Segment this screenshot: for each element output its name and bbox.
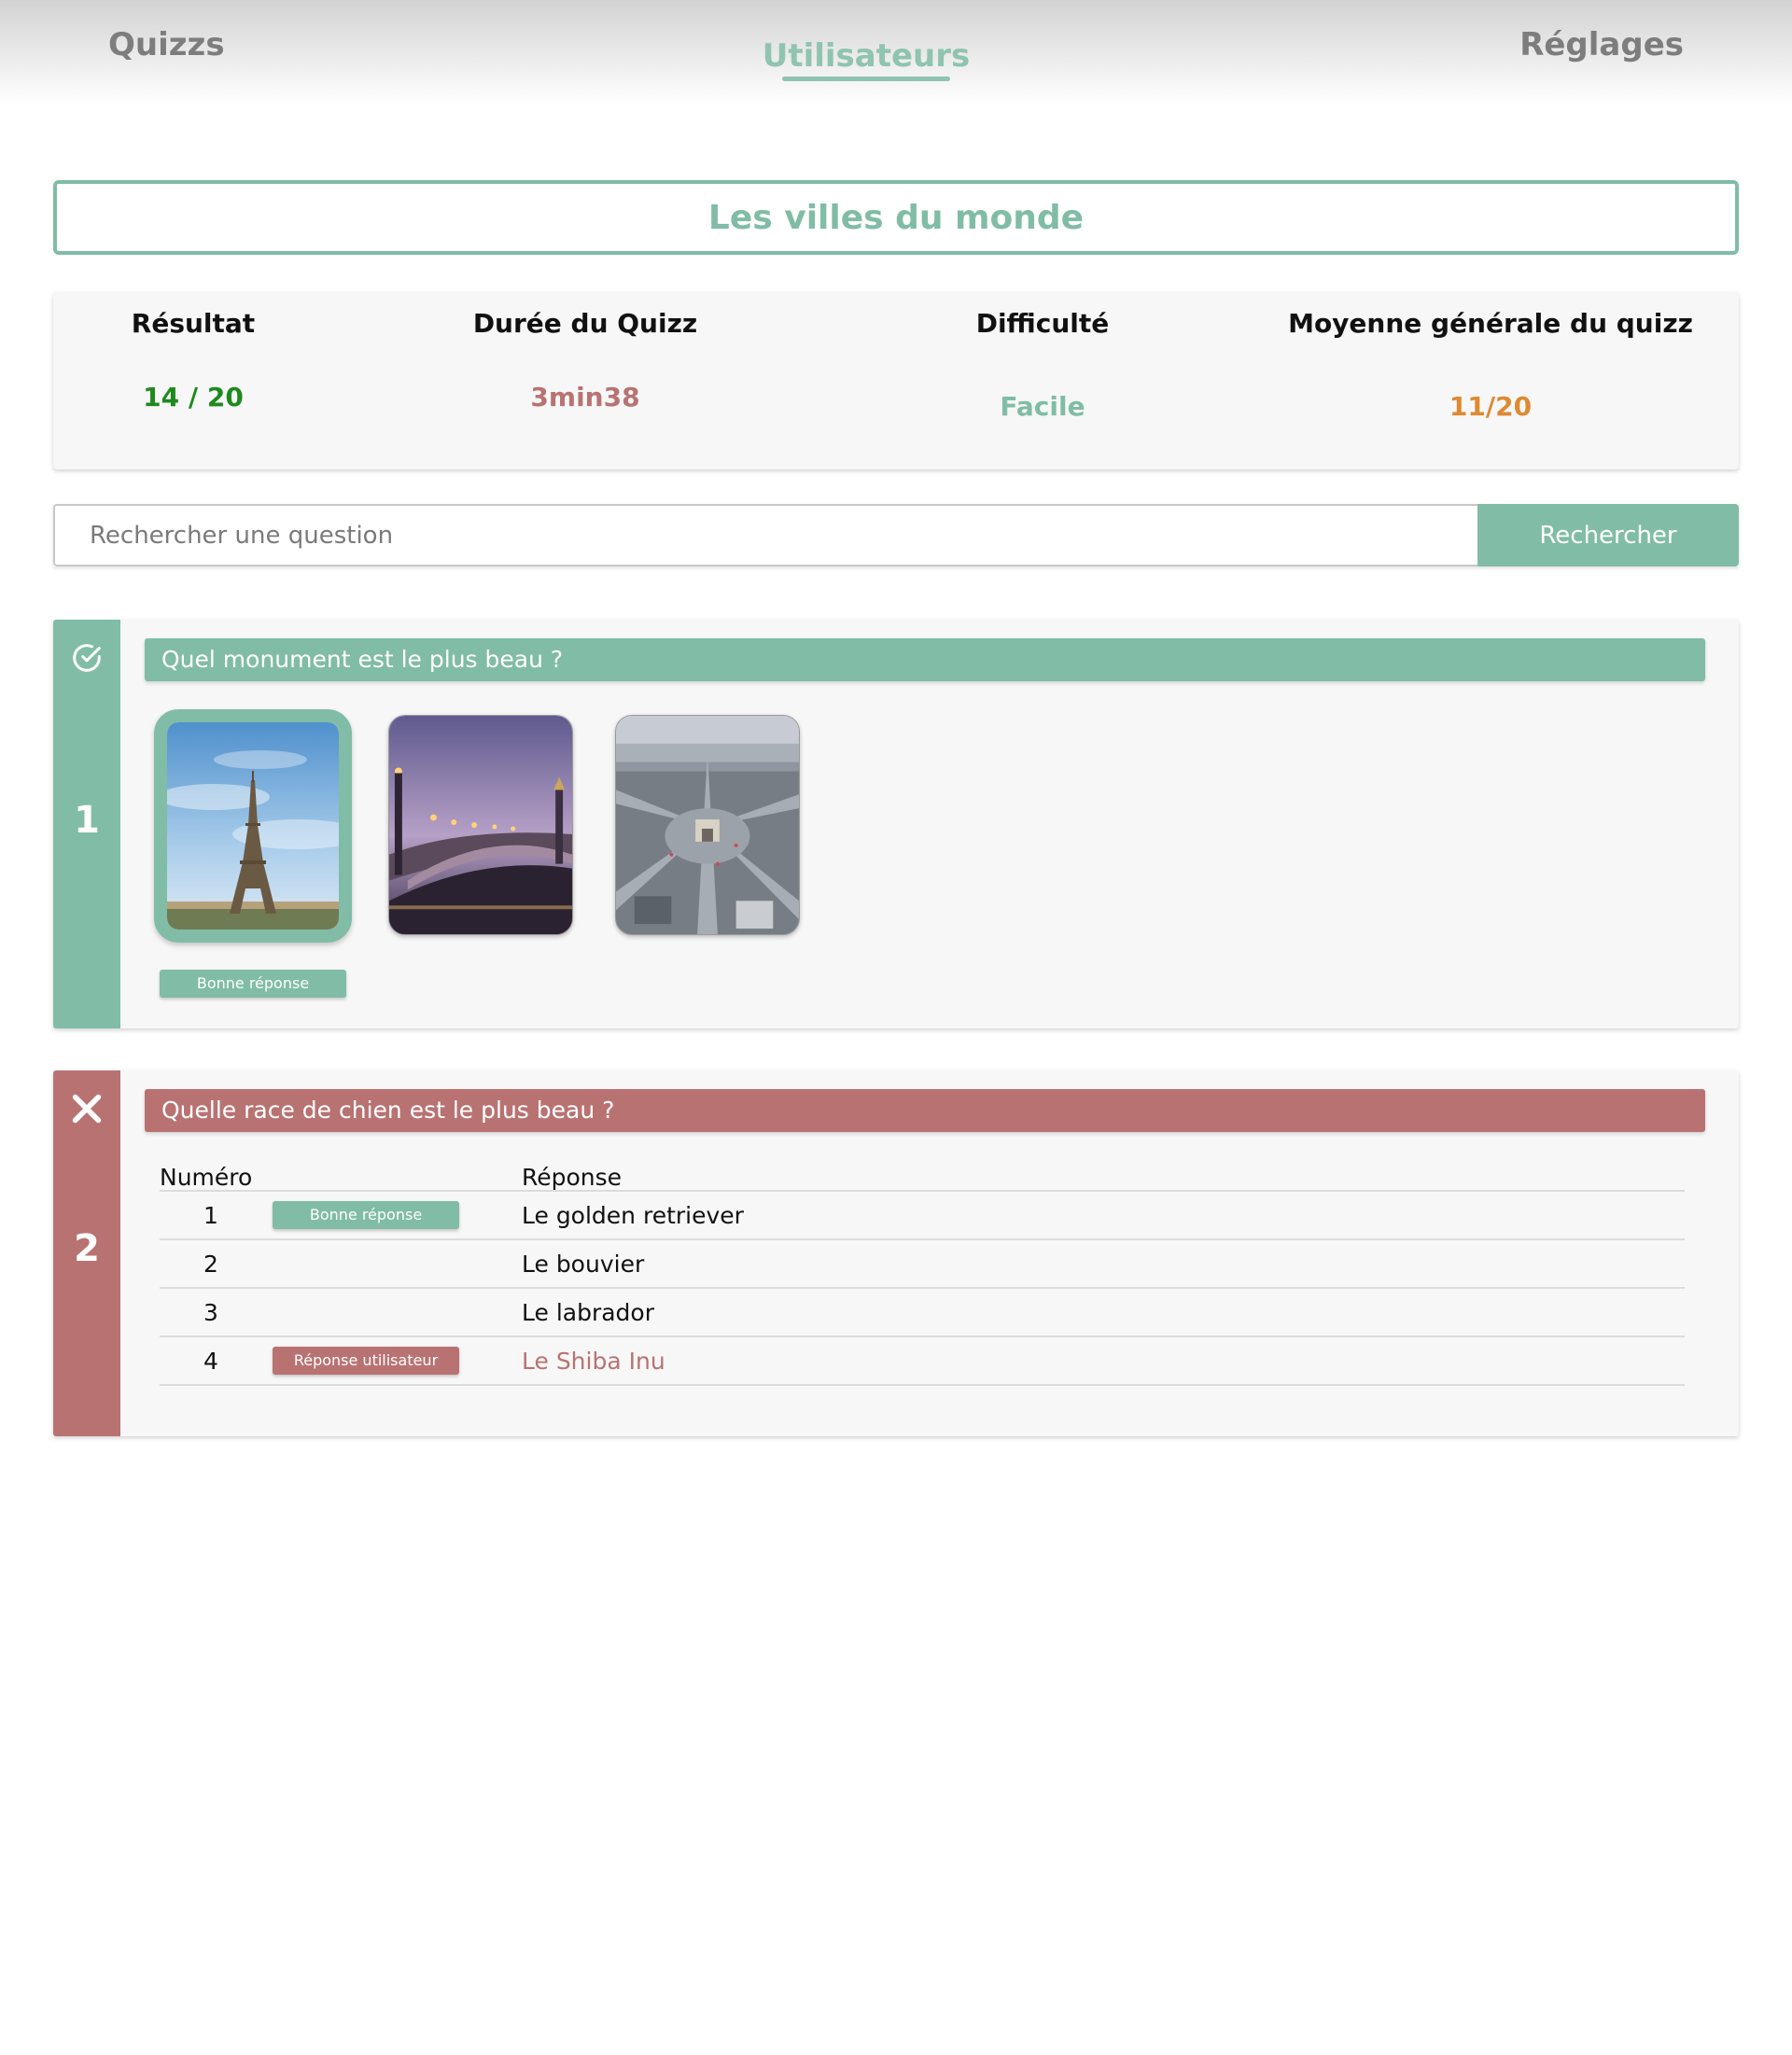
stat-average-value: 11/20: [1449, 391, 1533, 422]
table-row: 4 Réponse utilisateur Le Shiba Inu: [160, 1337, 1685, 1386]
quiz-stats-card: Résultat 14 / 20 Durée du Quizz 3min38 D…: [53, 292, 1739, 469]
answer-number: 1: [203, 1202, 218, 1229]
answers-table: Numéro Réponse 1 Bonne réponse Le golden…: [160, 1164, 1685, 1386]
column-header-response: Réponse: [522, 1164, 623, 1191]
stat-duration-label: Durée du Quizz: [472, 308, 698, 339]
table-row: 1 Bonne réponse Le golden retriever: [160, 1192, 1685, 1240]
active-tab-underline: [782, 77, 950, 81]
check-circle-icon: [73, 644, 101, 672]
correct-answer-badge: Bonne réponse: [273, 1201, 459, 1229]
answer-number: 4: [203, 1348, 218, 1375]
stat-duration: Durée du Quizz 3min38: [389, 292, 781, 469]
question-number: 1: [74, 799, 100, 842]
top-navigation: Quizzs Utilisateurs Réglages: [0, 0, 1792, 105]
stat-result: Résultat 14 / 20: [72, 292, 315, 469]
stat-average-label: Moyenne générale du quizz: [1288, 308, 1693, 339]
answer-text: Le bouvier: [522, 1251, 645, 1278]
table-row: 2 Le bouvier: [160, 1240, 1685, 1289]
question-card-2: 2 Quelle race de chien est le plus beau …: [53, 1070, 1739, 1436]
answer-image-alexandre-bridge[interactable]: [388, 715, 573, 935]
table-header: Numéro Réponse: [160, 1164, 1685, 1192]
answer-image-arc-de-triomphe[interactable]: [615, 715, 800, 935]
quiz-title-box: Les villes du monde: [53, 180, 1739, 255]
stat-result-label: Résultat: [131, 308, 256, 339]
answer-number: 2: [203, 1251, 218, 1278]
stat-difficulty-label: Difficulté: [975, 308, 1110, 339]
table-row: 3 Le labrador: [160, 1289, 1685, 1337]
cross-icon: [72, 1094, 102, 1124]
answer-number: 3: [203, 1299, 218, 1326]
answer-text: Le labrador: [522, 1299, 654, 1326]
answer-text-user: Le Shiba Inu: [522, 1348, 665, 1375]
stat-duration-value: 3min38: [530, 382, 640, 412]
stat-difficulty: Difficulté Facile: [828, 292, 1257, 469]
search-button[interactable]: Rechercher: [1477, 504, 1739, 566]
question-text: Quel monument est le plus beau ?: [145, 638, 1705, 681]
column-header-number: Numéro: [160, 1164, 253, 1191]
question-search-bar: Rechercher: [53, 504, 1739, 566]
quiz-title: Les villes du monde: [707, 198, 1085, 237]
stat-average: Moyenne générale du quizz 11/20: [1257, 292, 1724, 469]
correct-answer-badge: Bonne réponse: [160, 970, 346, 998]
question-text: Quelle race de chien est le plus beau ?: [145, 1089, 1705, 1132]
user-answer-badge: Réponse utilisateur: [273, 1347, 459, 1375]
nav-settings[interactable]: Réglages: [1519, 26, 1684, 63]
answer-text: Le golden retriever: [522, 1202, 744, 1229]
nav-users-active[interactable]: Utilisateurs: [0, 37, 1732, 75]
search-input[interactable]: [53, 504, 1477, 566]
question-card-1: 1 Quel monument est le plus beau ? Bonne…: [53, 620, 1739, 1028]
stat-difficulty-value: Facile: [1000, 391, 1085, 422]
answer-image-eiffel-tower[interactable]: [154, 709, 352, 943]
question-number: 2: [74, 1227, 100, 1270]
question-side-strip: 2: [53, 1070, 120, 1436]
question-side-strip: 1: [53, 620, 120, 1028]
stat-result-value: 14 / 20: [143, 382, 244, 412]
